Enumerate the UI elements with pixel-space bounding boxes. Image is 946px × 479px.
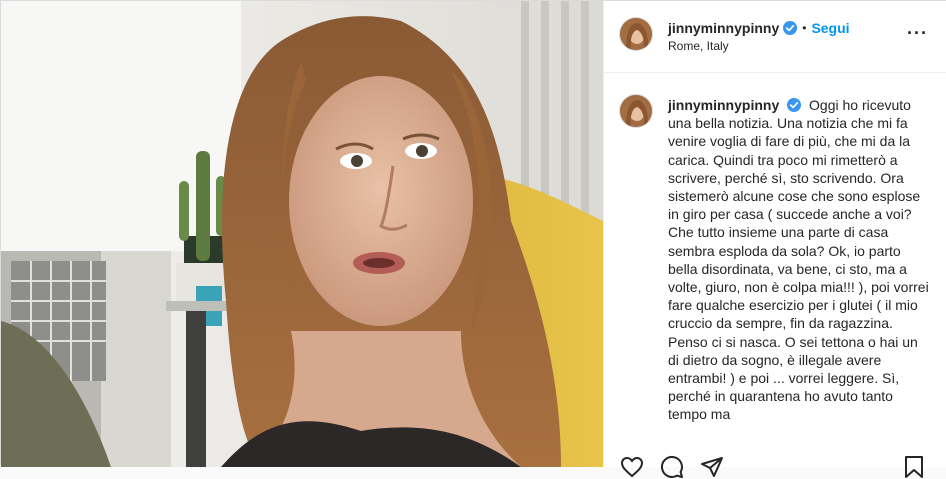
- post-photo[interactable]: [1, 1, 603, 467]
- bookmark-icon[interactable]: [902, 455, 926, 479]
- separator-dot: •: [802, 21, 807, 35]
- caption-text: Oggi ho ricevuto una bella notizia. Una …: [668, 97, 929, 423]
- post-location[interactable]: Rome, Italy: [668, 39, 729, 53]
- comment-icon[interactable]: [660, 455, 684, 479]
- caption-comment: jinnyminnypinny Oggi ho ricevuto una bel…: [604, 74, 946, 434]
- avatar-image: [620, 18, 652, 50]
- more-options-icon[interactable]: ···: [907, 23, 928, 44]
- header-user-line: jinnyminnypinny • Segui: [668, 19, 850, 37]
- header-username[interactable]: jinnyminnypinny: [668, 20, 779, 36]
- post-side-panel: jinnyminnypinny • Segui Rome, Italy ···: [603, 1, 946, 478]
- selfie-image: [1, 1, 603, 467]
- caption-username[interactable]: jinnyminnypinny: [668, 97, 779, 113]
- heart-icon[interactable]: [620, 455, 644, 479]
- post-header: jinnyminnypinny • Segui Rome, Italy ···: [604, 1, 946, 73]
- share-icon[interactable]: [700, 455, 724, 479]
- caption-text-block: jinnyminnypinny Oggi ho ricevuto una bel…: [668, 96, 930, 424]
- verified-badge-icon: [783, 21, 798, 35]
- action-bar: [604, 451, 946, 478]
- caption-avatar[interactable]: [619, 94, 653, 128]
- follow-button[interactable]: Segui: [811, 20, 849, 36]
- caption-verified-badge-icon: [787, 98, 802, 112]
- instagram-post: jinnyminnypinny • Segui Rome, Italy ···: [0, 0, 946, 478]
- avatar[interactable]: [619, 17, 653, 51]
- caption-avatar-image: [620, 95, 652, 127]
